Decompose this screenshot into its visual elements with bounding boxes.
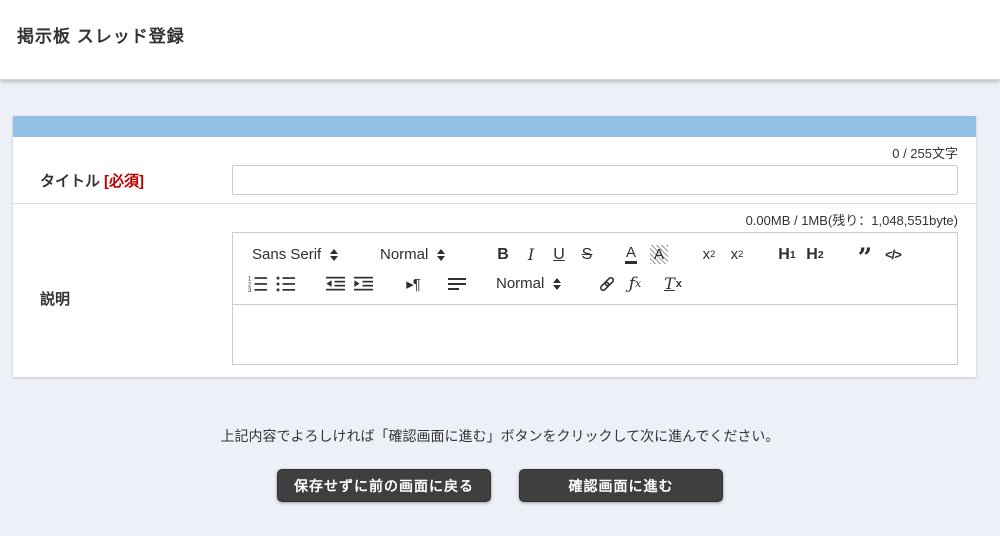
outdent-icon: [326, 276, 345, 291]
toolbar-row-2: 123: [243, 269, 947, 298]
description-label: 説明: [31, 288, 232, 309]
capacity-counter: 0.00MB / 1MB(残り：1,048,551byte): [31, 213, 958, 229]
form-panel: 0 / 255文字 タイトル[必須] 0.00MB / 1MB(残り：1,048…: [13, 116, 976, 377]
bullet-list-button[interactable]: [271, 271, 299, 297]
code-block-button[interactable]: </>: [879, 242, 907, 268]
rich-text-editor: Sans Serif Normal B I U: [232, 232, 958, 365]
indent-icon: [354, 276, 373, 291]
bullet-list-icon: [276, 276, 295, 292]
align-select[interactable]: [443, 271, 471, 297]
subscript-button[interactable]: x2: [695, 242, 723, 268]
title-char-counter: 0 / 255文字: [31, 146, 958, 162]
background-color-button[interactable]: A: [645, 242, 673, 268]
proceed-confirm-button[interactable]: 確認画面に進む: [519, 469, 723, 502]
underline-button[interactable]: U: [545, 242, 573, 268]
header1-button[interactable]: H1: [773, 242, 801, 268]
quote-icon: ”: [858, 253, 872, 263]
ordered-list-icon: 123: [248, 276, 267, 292]
size-select[interactable]: Normal: [371, 242, 467, 268]
align-icon: [448, 277, 466, 291]
clean-format-button[interactable]: Tx: [659, 271, 687, 297]
chevron-updown-icon: [437, 249, 445, 261]
chevron-updown-icon: [553, 278, 561, 290]
chevron-updown-icon: [330, 249, 338, 261]
text-color-icon: A: [625, 245, 637, 264]
action-buttons: 保存せずに前の画面に戻る 確認画面に進む: [0, 469, 1000, 502]
description-row: 0.00MB / 1MB(残り：1,048,551byte) 説明 Sans S…: [13, 204, 976, 377]
required-badge: [必須]: [104, 173, 144, 190]
page-title: 掲示板 スレッド登録: [0, 0, 1000, 47]
header2-button[interactable]: H2: [801, 242, 829, 268]
title-row: 0 / 255文字 タイトル[必須]: [13, 137, 976, 204]
outdent-button[interactable]: [321, 271, 349, 297]
editor-toolbar: Sans Serif Normal B I U: [232, 232, 958, 305]
ordered-list-button[interactable]: 123: [243, 271, 271, 297]
title-label: タイトル[必須]: [31, 170, 232, 191]
link-icon: [598, 275, 616, 293]
page-header: 掲示板 スレッド登録: [0, 0, 1000, 80]
font-select[interactable]: Sans Serif: [243, 242, 355, 268]
indent-button[interactable]: [349, 271, 377, 297]
title-input[interactable]: [232, 165, 958, 195]
blockquote-button[interactable]: ”: [851, 242, 879, 268]
italic-button[interactable]: I: [517, 242, 545, 268]
background-color-icon: A: [650, 245, 668, 264]
toolbar-row-1: Sans Serif Normal B I U: [243, 240, 947, 269]
bold-button[interactable]: B: [489, 242, 517, 268]
panel-accent-bar: [13, 116, 976, 137]
code-icon: </>: [885, 247, 901, 262]
superscript-button[interactable]: x2: [723, 242, 751, 268]
strikethrough-button[interactable]: S: [573, 242, 601, 268]
instruction-text: 上記内容でよろしければ「確認画面に進む」ボタンをクリックして次に進んでください。: [0, 426, 1000, 446]
text-color-button[interactable]: A: [617, 242, 645, 268]
link-button[interactable]: [593, 271, 621, 297]
text-direction-button[interactable]: ▸¶: [399, 271, 427, 297]
svg-text:3: 3: [248, 288, 252, 292]
paragraph-icon: ▸¶: [406, 275, 420, 293]
format-select[interactable]: Normal: [487, 271, 583, 297]
formula-button[interactable]: ƒx: [621, 271, 649, 297]
title-label-text: タイトル: [40, 173, 100, 190]
main-content: 0 / 255文字 タイトル[必須] 0.00MB / 1MB(残り：1,048…: [0, 80, 1000, 502]
back-button[interactable]: 保存せずに前の画面に戻る: [277, 469, 491, 502]
description-editor-area[interactable]: [232, 305, 958, 365]
